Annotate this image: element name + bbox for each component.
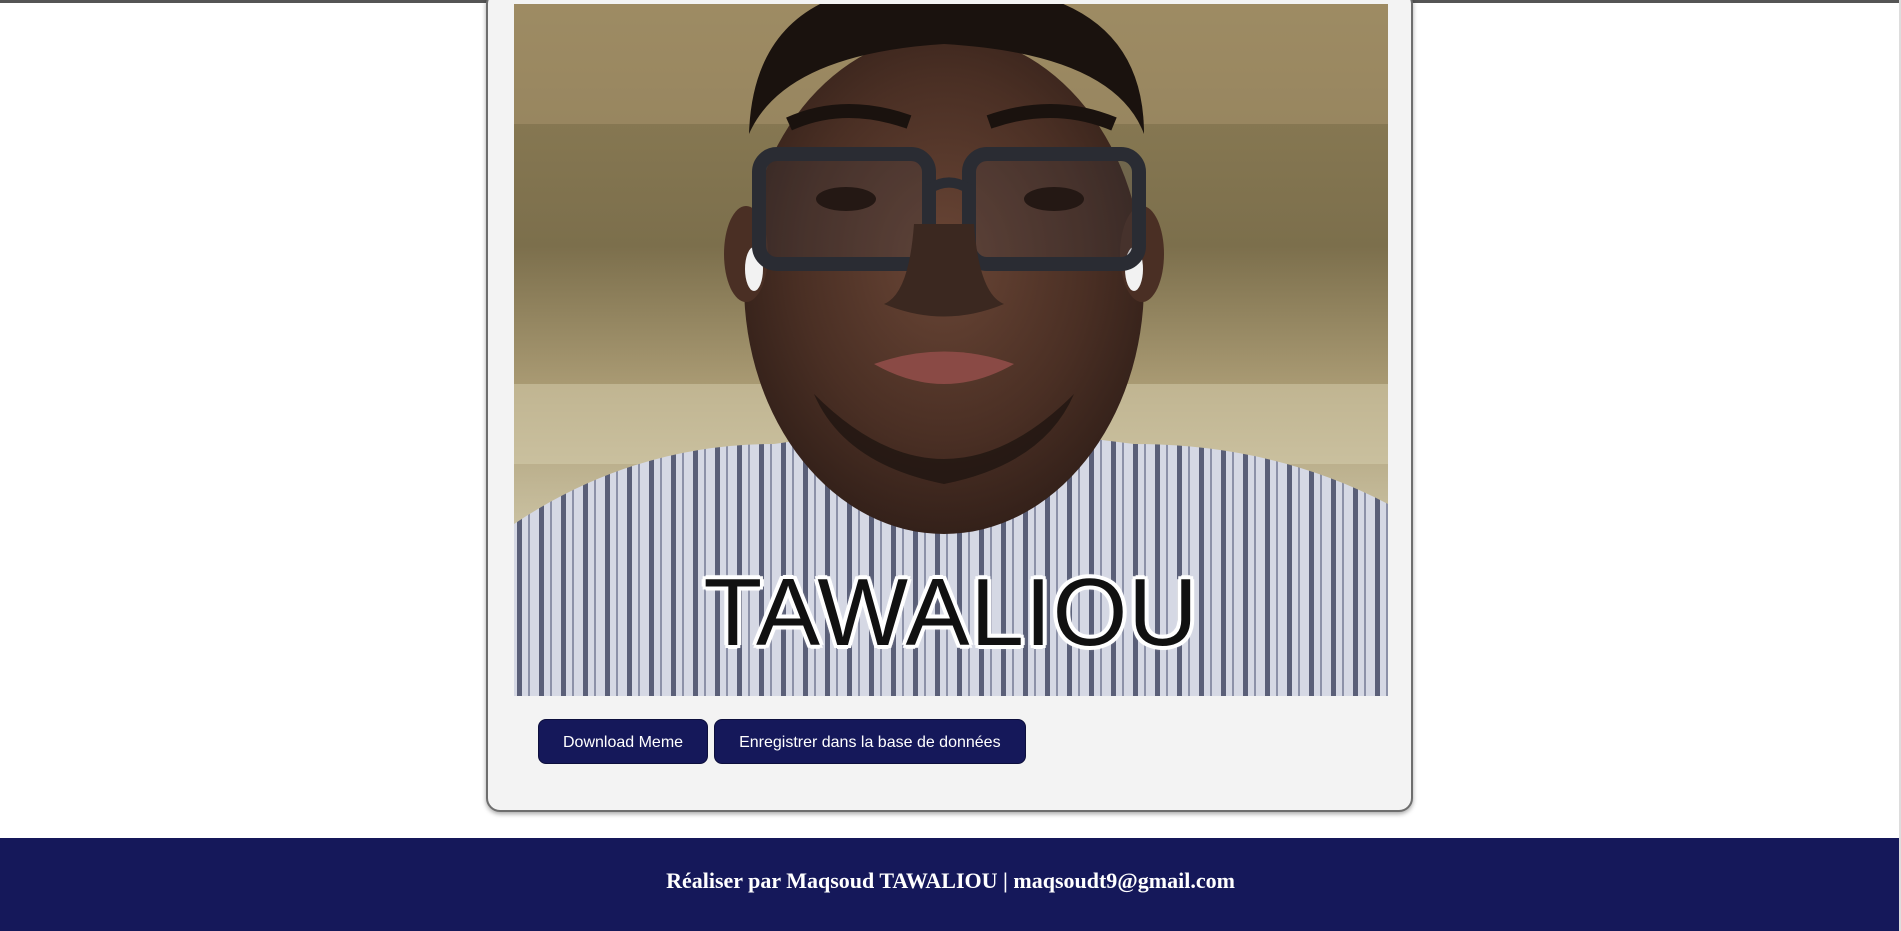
meme-preview: TAWALIOU [514,4,1388,696]
download-meme-button[interactable]: Download Meme [538,719,709,764]
page: TAWALIOU Download Meme Enregistrer dans … [0,0,1901,931]
action-buttons: Download Meme Enregistrer dans la base d… [538,719,1026,764]
footer-credit: Réaliser par Maqsoud TAWALIOU | maqsoudt… [666,867,1235,893]
footer: Réaliser par Maqsoud TAWALIOU | maqsoudt… [0,838,1901,931]
meme-caption-text: TAWALIOU [703,559,1199,666]
meme-card: TAWALIOU Download Meme Enregistrer dans … [486,0,1413,812]
save-to-database-button[interactable]: Enregistrer dans la base de données [714,719,1026,764]
